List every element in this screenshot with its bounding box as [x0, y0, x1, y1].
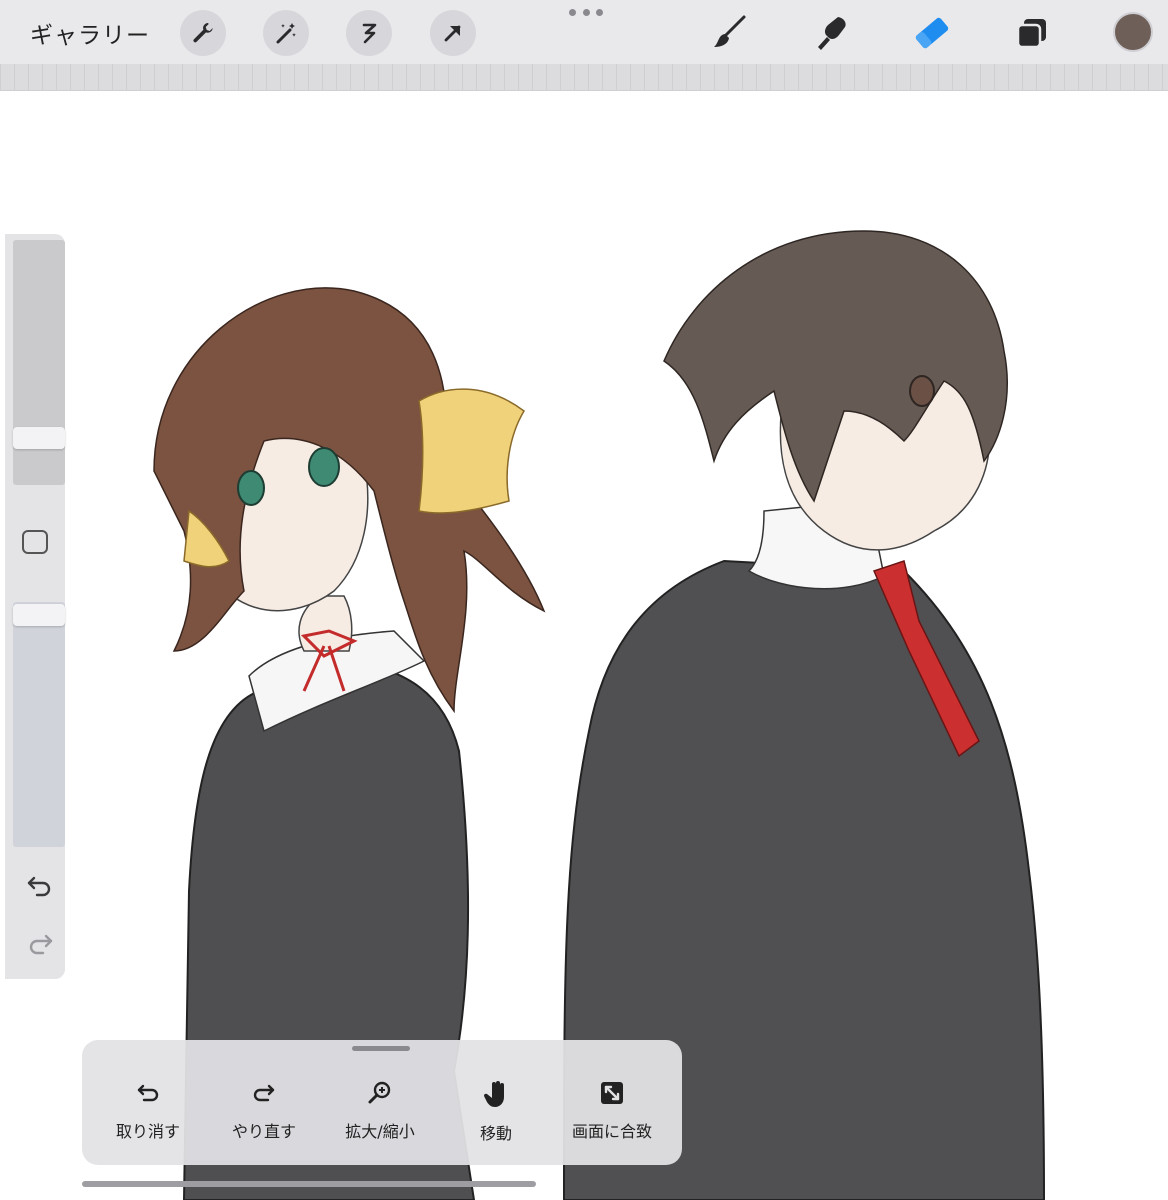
redo-label: やり直す [231, 1122, 296, 1141]
magic-wand-icon[interactable] [263, 10, 309, 56]
wrench-icon[interactable] [180, 10, 226, 56]
zoom-button[interactable]: 拡大/縮小 [322, 1080, 438, 1150]
more-options-icon[interactable] [569, 6, 603, 18]
smudge-icon[interactable] [810, 12, 854, 54]
zoom-label: 拡大/縮小 [345, 1122, 415, 1141]
redo-icon [253, 1084, 275, 1102]
color-picker-button[interactable] [1113, 12, 1153, 52]
panel-drag-handle[interactable] [352, 1046, 410, 1051]
undo-icon [137, 1084, 159, 1102]
top-toolbar: ギャラリー [0, 0, 1168, 64]
arrow-transform-icon[interactable] [430, 10, 476, 56]
fit-screen-label: 画面に合致 [571, 1122, 652, 1141]
fit-screen-icon [601, 1082, 623, 1104]
gallery-button[interactable]: ギャラリー [30, 16, 150, 50]
undo-button[interactable]: 取り消す [90, 1080, 206, 1150]
eraser-icon[interactable] [910, 12, 954, 54]
redo-button[interactable]: やり直す [206, 1080, 322, 1150]
opacity-knob[interactable] [13, 604, 65, 626]
fit-screen-button[interactable]: 画面に合致 [554, 1080, 670, 1150]
move-button[interactable]: 移動 [438, 1080, 554, 1150]
brush-icon[interactable] [708, 12, 752, 54]
redo-icon[interactable] [25, 928, 55, 958]
quick-menu-panel: 取り消す やり直す 拡大/縮小 移動 画面に合致 [82, 1040, 682, 1165]
canvas-ruler [0, 64, 1168, 91]
hand-icon [483, 1081, 504, 1107]
selection-icon[interactable] [346, 10, 392, 56]
opacity-slider[interactable] [13, 602, 65, 847]
undo-label: 取り消す [115, 1122, 180, 1141]
undo-icon[interactable] [25, 870, 55, 900]
home-indicator [82, 1181, 536, 1187]
layers-icon[interactable] [1010, 12, 1054, 54]
left-sidebar [5, 234, 65, 979]
zoom-icon [368, 1081, 391, 1104]
modifier-button[interactable] [22, 530, 48, 554]
artwork-illustration [153, 230, 1046, 1200]
move-label: 移動 [479, 1124, 512, 1143]
drawing-canvas[interactable] [4, 91, 1168, 1200]
brush-size-knob[interactable] [13, 427, 65, 449]
